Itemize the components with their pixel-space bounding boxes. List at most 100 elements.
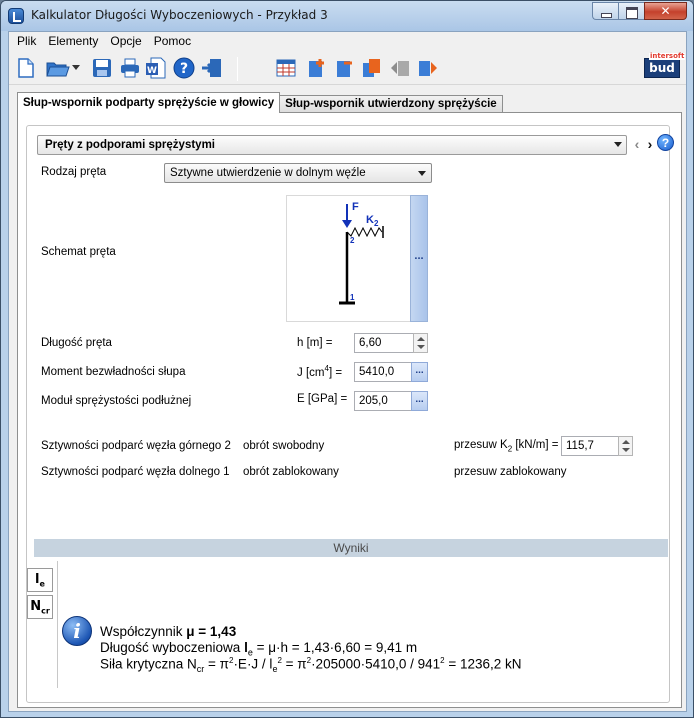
menu-elementy[interactable]: Elementy <box>42 32 104 51</box>
print-icon[interactable] <box>119 57 141 79</box>
le-sub: e <box>39 579 45 589</box>
caption-buttons <box>592 2 687 20</box>
results-side-buttons: le Ncr <box>27 568 53 622</box>
spring-zigzag <box>346 226 383 238</box>
gorny-obrot: obrót swobodny <box>243 440 325 452</box>
node-2-label: 2 <box>350 236 355 245</box>
help-icon[interactable]: ? <box>173 57 195 79</box>
result-sila: Siła krytyczna Ncr = π2·E·J / le2 = π2·2… <box>100 656 522 674</box>
ncr-result-button[interactable]: Ncr <box>27 595 53 619</box>
section-group: Pręty z podporami sprężystymi ‹ › ? Rodz… <box>26 125 674 703</box>
moment-input[interactable]: 5410,0 <box>354 362 412 382</box>
word-export-icon[interactable]: W <box>145 57 167 79</box>
move-left-icon[interactable] <box>389 57 411 79</box>
result-3-d: ·205000·5410,0 / 941 <box>311 656 441 672</box>
minimize-button[interactable] <box>592 2 618 20</box>
section-select[interactable]: Pręty z podporami sprężystymi <box>37 135 627 155</box>
save-icon[interactable] <box>91 57 113 79</box>
moment-label: Moment bezwładności słupa <box>41 366 186 378</box>
tab-slup-sprezyscie-glowica[interactable]: Słup-wspornik podparty sprężyście w głow… <box>17 92 281 113</box>
menu-opcje[interactable]: Opcje <box>104 32 147 51</box>
dlugosc-unit: h [m] = <box>297 337 333 349</box>
spring-subscript: 2 <box>374 219 379 228</box>
result-3-e: = 1236,2 kN <box>444 656 522 672</box>
schemat-label: Schemat pręta <box>41 246 116 258</box>
dlugosc-input[interactable]: 6,60 <box>354 333 414 353</box>
client-area: Plik Elementy Opcje Pomoc W ? intersoft … <box>8 31 687 712</box>
result-3-sub2: e <box>272 664 278 675</box>
menu-plik[interactable]: Plik <box>11 32 42 51</box>
dropdown-arrow-icon[interactable] <box>71 57 81 79</box>
exit-icon[interactable] <box>201 57 223 79</box>
copy-element-icon[interactable] <box>361 57 383 79</box>
column-diagram: F K2 2 1 <box>339 201 384 305</box>
toolbar-separator <box>237 57 238 81</box>
moment-unit-pre: J [cm <box>297 366 325 379</box>
menu-pomoc[interactable]: Pomoc <box>148 32 197 51</box>
title-bar[interactable]: Kalkulator Długości Wyboczeniowych - Prz… <box>1 1 693 31</box>
intersoft-logo: intersoft bud <box>644 53 686 78</box>
gorny-label: Sztywności podparć węzła górnego 2 <box>41 440 231 452</box>
schema-diagram: F K2 2 1 <box>286 195 428 322</box>
node-1-label: 1 <box>350 293 355 302</box>
gorny-przesuw-post: [kN/m] = <box>512 439 559 451</box>
maximize-button[interactable] <box>618 2 644 20</box>
result-3-c: = π <box>281 656 307 672</box>
gorny-przesuw-spinner[interactable] <box>618 436 633 456</box>
svg-text:W: W <box>147 66 157 76</box>
remove-element-icon[interactable] <box>333 57 355 79</box>
force-arrow-head <box>342 220 352 228</box>
results-header: Wyniki <box>34 539 668 557</box>
menu-bar: Plik Elementy Opcje Pomoc <box>9 32 686 51</box>
rodzaj-select[interactable]: Sztywne utwierdzenie w dolnym węźle <box>164 163 432 183</box>
ncr-main: N <box>30 599 42 614</box>
logo-top-text: intersoft <box>649 52 686 60</box>
result-1-value: μ = 1,43 <box>186 624 237 639</box>
dlugosc-spinner[interactable] <box>413 333 428 353</box>
result-2-label: Długość wyboczeniowa <box>100 640 245 655</box>
moment-unit: J [cm4] = <box>297 364 342 379</box>
close-button[interactable] <box>644 2 687 20</box>
force-label: F <box>352 201 359 213</box>
chevron-down-icon <box>418 171 426 176</box>
app-icon <box>8 8 24 24</box>
result-wspolczynnik: Współczynnik μ = 1,43 <box>100 624 236 639</box>
modul-dots-button[interactable]: ... <box>411 391 428 411</box>
le-result-button[interactable]: le <box>27 568 53 592</box>
info-icon: i <box>62 616 92 646</box>
svg-text:?: ? <box>180 61 188 77</box>
chevron-down-icon <box>614 142 622 147</box>
add-element-icon[interactable] <box>305 57 327 79</box>
modul-input[interactable]: 205,0 <box>354 391 412 411</box>
gorny-przesuw-input[interactable]: 115,7 <box>561 436 619 456</box>
rodzaj-label: Rodzaj pręta <box>41 166 107 178</box>
dolny-przesuw: przesuw zablokowany <box>454 466 567 478</box>
moment-unit-post: ] = <box>328 366 343 379</box>
toolbar: W ? intersoft bud <box>9 52 686 85</box>
result-3-b: ·E·J / l <box>233 656 273 672</box>
open-folder-icon[interactable] <box>45 57 71 79</box>
app-window: Kalkulator Długości Wyboczeniowych - Prz… <box>0 0 694 718</box>
tab-slup-utwierdzony[interactable]: Słup-wspornik utwierdzony sprężyście <box>279 95 503 113</box>
window-title: Kalkulator Długości Wyboczeniowych - Prz… <box>31 8 328 22</box>
spring-label: K2 <box>366 214 379 228</box>
schema-edit-button[interactable]: ... <box>410 195 428 322</box>
table-icon[interactable] <box>275 57 297 79</box>
section-help-button[interactable]: ? <box>657 134 674 151</box>
result-3-label: Siła krytyczna N <box>100 656 197 672</box>
moment-dots-button[interactable]: ... <box>411 362 428 382</box>
rodzaj-value: Sztywne utwierdzenie w dolnym węźle <box>170 167 366 179</box>
dolny-obrot: obrót zablokowany <box>243 466 339 478</box>
result-3-a: = π <box>204 656 229 672</box>
move-right-icon[interactable] <box>417 57 439 79</box>
next-arrow-icon[interactable]: › <box>644 136 656 152</box>
result-2-rest: = μ·h = 1,43·6,60 = 9,41 m <box>252 640 418 655</box>
gorny-przesuw-pre: przesuw K <box>454 439 508 451</box>
modul-unit: E [GPa] = <box>297 393 348 405</box>
previous-arrow-icon[interactable]: ‹ <box>631 136 643 152</box>
ncr-sub: cr <box>41 606 50 616</box>
results-divider <box>57 561 58 688</box>
gorny-przesuw-label: przesuw K2 [kN/m] = <box>454 439 558 453</box>
tab-strip: Słup-wspornik podparty sprężyście w głow… <box>17 92 503 113</box>
new-file-icon[interactable] <box>15 57 37 79</box>
